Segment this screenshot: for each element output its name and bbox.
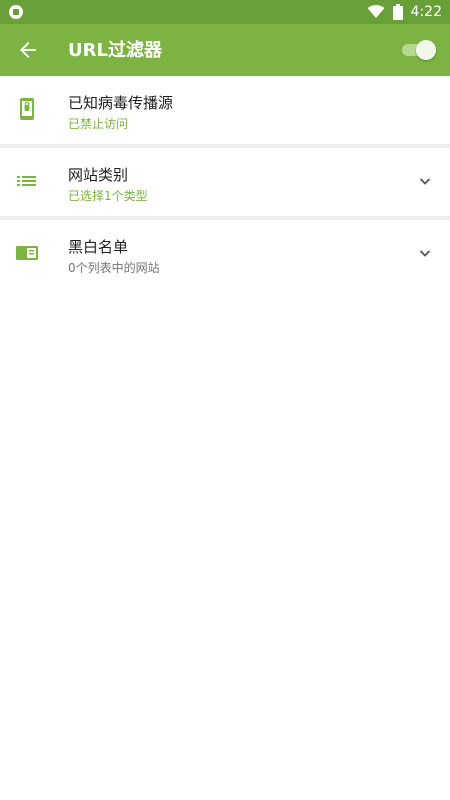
list-item-subtitle: 已禁止访问 — [68, 117, 129, 131]
app-bar: URL过滤器 — [0, 24, 450, 76]
list-item-known-virus-sources[interactable]: 已知病毒传播源 已禁止访问 — [0, 76, 450, 144]
list-icon — [17, 176, 36, 186]
app-notification-icon — [9, 5, 23, 19]
list-item-title: 网站类别 — [68, 166, 129, 184]
back-arrow-icon[interactable] — [16, 38, 40, 62]
clock: 4:22 — [410, 4, 442, 20]
phone-shield-icon — [20, 98, 34, 120]
list-item-subtitle: 0个列表中的网站 — [68, 261, 160, 275]
battery-icon — [392, 4, 403, 20]
settings-list: 已知病毒传播源 已禁止访问 网站类别 已选择1个类型 黑白名单 0个列表中的网站 — [0, 76, 450, 288]
toggle-thumb — [416, 40, 436, 60]
chevron-down-icon[interactable] — [418, 174, 432, 188]
status-icons: 4:22 — [367, 2, 442, 22]
list-item-title: 黑白名单 — [68, 238, 129, 256]
status-bar: 4:22 — [0, 0, 450, 24]
list-item-title: 已知病毒传播源 — [68, 94, 174, 112]
card-list-icon — [16, 246, 38, 260]
page-title: URL过滤器 — [68, 40, 162, 61]
list-item-subtitle: 已选择1个类型 — [68, 189, 148, 203]
list-item-website-categories[interactable]: 网站类别 已选择1个类型 — [0, 148, 450, 216]
list-item-black-white-list[interactable]: 黑白名单 0个列表中的网站 — [0, 220, 450, 288]
chevron-down-icon[interactable] — [418, 246, 432, 260]
wifi-icon — [367, 5, 385, 18]
url-filter-toggle[interactable] — [402, 39, 436, 61]
